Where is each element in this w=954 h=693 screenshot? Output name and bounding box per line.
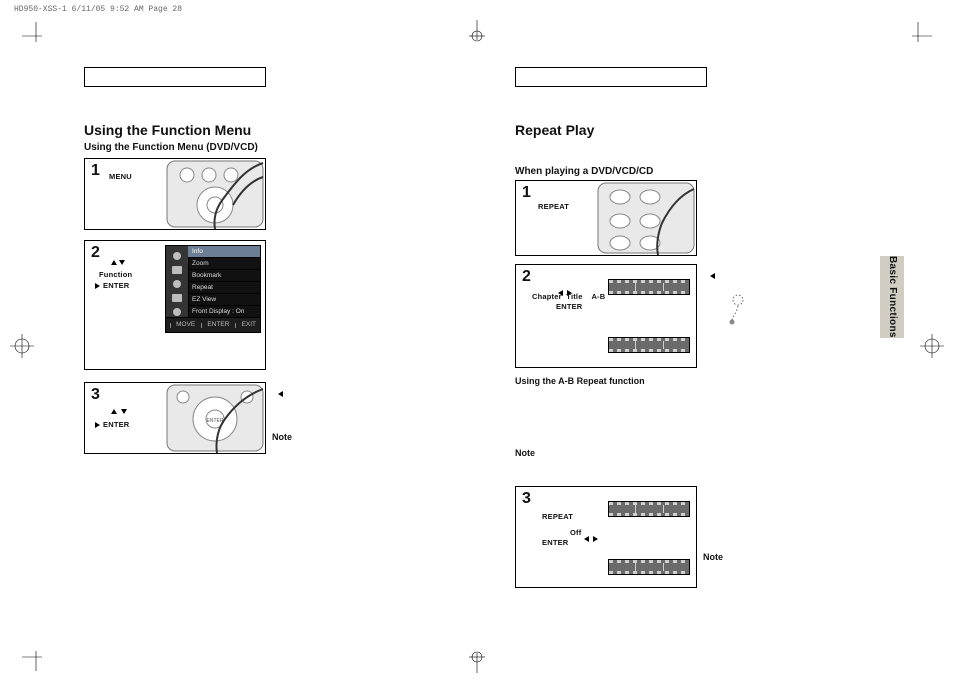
arrow-down-icon bbox=[121, 409, 127, 414]
section-tab: Basic Functions bbox=[880, 256, 904, 338]
page-spread: HD950-XSS-1 6/11/05 9:52 AM Page 28 bbox=[0, 0, 954, 693]
remote-illustration: ENTER bbox=[165, 383, 265, 453]
right-step1-panel: 1 REPEAT bbox=[515, 180, 697, 256]
arrow-up-icon bbox=[111, 260, 117, 265]
enter-label: ENTER bbox=[103, 421, 129, 429]
left-step1-panel: 1 MENU bbox=[84, 158, 266, 230]
step-number: 2 bbox=[91, 245, 100, 261]
arrow-left-icon bbox=[278, 384, 283, 402]
step-number: 2 bbox=[522, 269, 531, 285]
note-label: Note bbox=[272, 432, 292, 443]
right-subheading: When playing a DVD/VCD/CD bbox=[515, 166, 653, 178]
osd-menu: Info Zoom Bookmark Repeat EZ View Front … bbox=[165, 245, 261, 333]
right-step3-panel: 3 REPEAT Off ENTER bbox=[515, 486, 697, 588]
repeat-options-label: Chapter Title A-B bbox=[532, 293, 605, 301]
enter-label: ENTER bbox=[556, 303, 582, 311]
enter-label: ENTER bbox=[103, 282, 129, 290]
timeline-strip bbox=[608, 559, 690, 575]
step-number: 3 bbox=[91, 387, 100, 403]
left-chapter-bar bbox=[84, 67, 266, 87]
arrow-left-icon bbox=[710, 266, 715, 284]
repeat-button-label: REPEAT bbox=[542, 513, 573, 521]
left-subheading: Using the Function Menu (DVD/VCD) bbox=[84, 142, 258, 154]
osd-footer: MOVE ENTER EXIT bbox=[166, 317, 260, 332]
right-step2-panel: 2 Chapter Title A-B ENTER bbox=[515, 264, 697, 368]
section-tab-label: Basic Functions bbox=[887, 256, 897, 338]
osd-row[interactable]: Info bbox=[188, 246, 260, 258]
remote-illustration bbox=[596, 181, 696, 255]
arrow-left-icon bbox=[584, 536, 589, 542]
enter-label: ENTER bbox=[542, 539, 568, 547]
step-number: 1 bbox=[522, 185, 531, 201]
note-label: Note bbox=[515, 448, 535, 459]
arrow-up-icon bbox=[111, 409, 117, 414]
off-label: Off bbox=[570, 529, 581, 537]
step-number: 1 bbox=[91, 163, 100, 179]
osd-row[interactable]: EZ View bbox=[188, 294, 260, 306]
callout-ring-icon bbox=[726, 292, 750, 326]
timeline-strip bbox=[608, 279, 690, 295]
play-icon bbox=[95, 422, 100, 428]
osd-row[interactable]: Repeat bbox=[188, 282, 260, 294]
left-step2-panel: 2 Function ENTER Info Zoom Bookmark Repe… bbox=[84, 240, 266, 370]
arrow-right-icon bbox=[593, 536, 598, 542]
menu-button-label: MENU bbox=[109, 173, 132, 181]
left-step3-panel: 3 ENTER ENTER bbox=[84, 382, 266, 454]
note-label: Note bbox=[703, 552, 723, 563]
function-label: Function bbox=[99, 271, 132, 279]
right-heading: Repeat Play bbox=[515, 122, 594, 139]
up-down-arrows bbox=[111, 259, 125, 267]
remote-illustration bbox=[165, 159, 265, 229]
play-icon bbox=[95, 283, 100, 289]
arrow-down-icon bbox=[119, 260, 125, 265]
ab-repeat-heading: Using the A-B Repeat function bbox=[515, 376, 645, 387]
step-number: 3 bbox=[522, 491, 531, 507]
left-heading: Using the Function Menu bbox=[84, 122, 251, 139]
osd-row[interactable]: Bookmark bbox=[188, 270, 260, 282]
timeline-strip bbox=[608, 337, 690, 353]
osd-row[interactable]: Zoom bbox=[188, 258, 260, 270]
repeat-button-label: REPEAT bbox=[538, 203, 569, 211]
osd-rows: Info Zoom Bookmark Repeat EZ View Front … bbox=[188, 246, 260, 318]
right-chapter-bar bbox=[515, 67, 707, 87]
timeline-strip bbox=[608, 501, 690, 517]
